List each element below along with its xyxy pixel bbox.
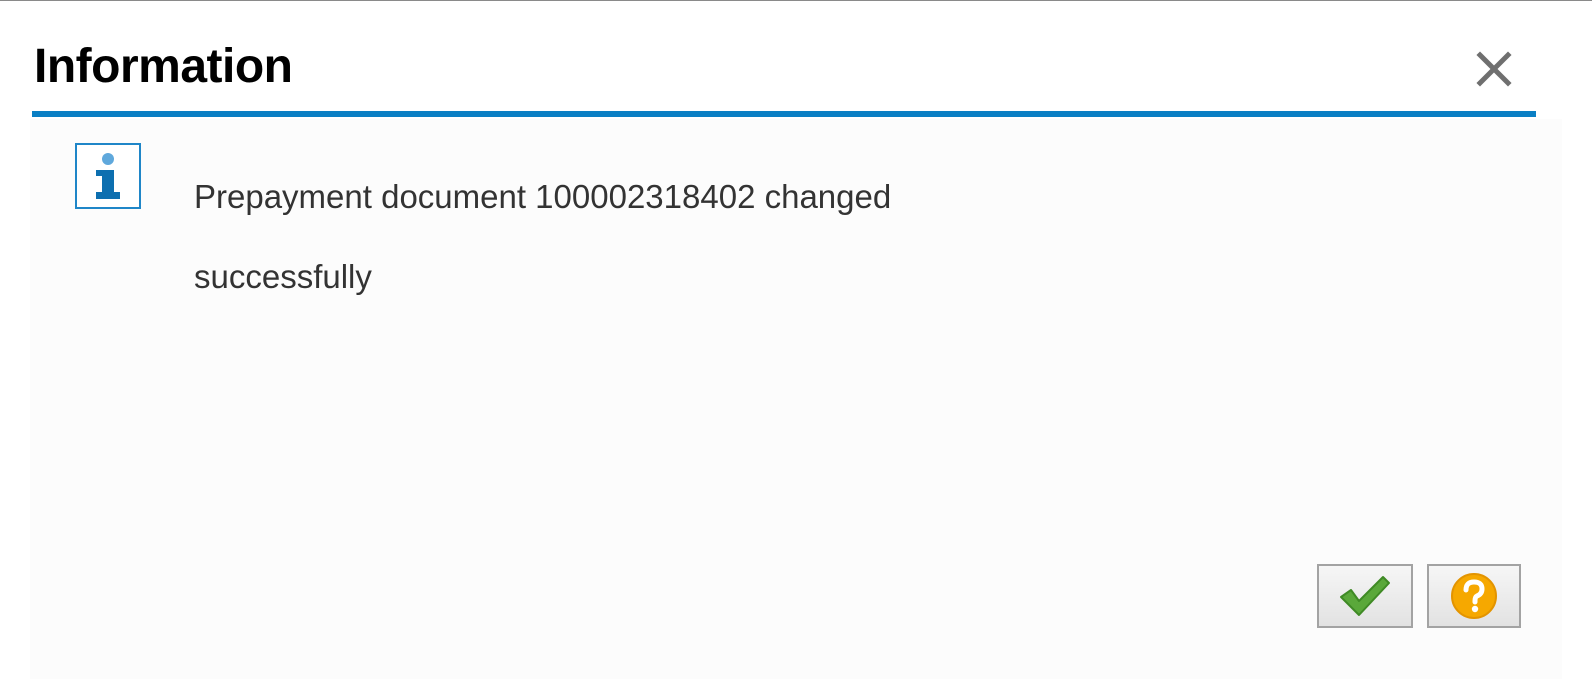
message-text: Prepayment document 100002318402 changed… bbox=[194, 157, 1014, 317]
close-icon bbox=[1476, 51, 1512, 87]
title-divider bbox=[32, 111, 1536, 117]
dialog-title: Information bbox=[34, 40, 293, 93]
message-line: successfully bbox=[194, 258, 372, 295]
close-button[interactable] bbox=[1470, 47, 1518, 91]
help-button[interactable] bbox=[1427, 564, 1521, 628]
info-icon bbox=[75, 143, 141, 209]
ok-button[interactable] bbox=[1317, 564, 1413, 628]
message-line: Prepayment document 100002318402 changed bbox=[194, 178, 892, 215]
checkmark-icon bbox=[1340, 576, 1390, 616]
information-dialog: Information Prepayment document 10000231… bbox=[0, 0, 1592, 679]
help-icon bbox=[1451, 573, 1497, 619]
